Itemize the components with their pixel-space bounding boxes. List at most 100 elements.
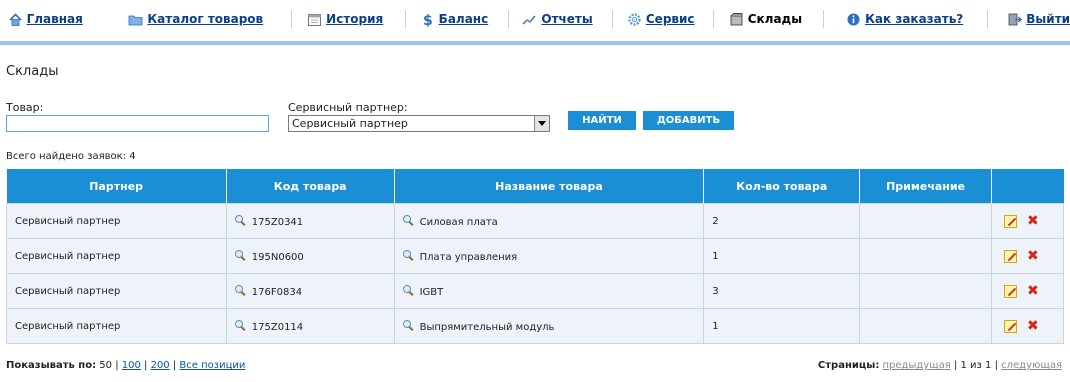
page-size-selector: Показывать по: 50 | 100 | 200 | Все пози… <box>6 360 246 371</box>
table-header-row: Партнер Код товара Название товара Кол-в… <box>6 169 1064 204</box>
search-icon[interactable] <box>402 214 414 226</box>
cell-code-text: 176F0834 <box>251 286 303 298</box>
nav-warehouses[interactable]: Склады <box>729 9 802 29</box>
page-size-all[interactable]: Все позиции <box>179 360 245 371</box>
cell-partner: Сервисный партнер <box>6 308 227 344</box>
cell-code-text: 175Z0114 <box>251 321 304 333</box>
results-count: Всего найдено заявок: 4 <box>6 151 136 162</box>
warehouse-table: Партнер Код товара Название товара Кол-в… <box>6 169 1064 344</box>
column-header-name[interactable]: Название товара <box>394 169 705 204</box>
pages-label: Страницы: <box>817 360 880 371</box>
add-button[interactable]: ДОБАВИТЬ <box>643 111 734 130</box>
nav-separator <box>291 10 292 28</box>
cell-code: 175Z0114 <box>225 308 395 344</box>
table-row: Сервисный партнер 176F0834 IGBT 3 ✖ <box>6 273 1064 309</box>
nav-separator <box>712 10 714 28</box>
cell-note <box>859 238 993 274</box>
search-icon[interactable] <box>234 249 246 261</box>
cell-name: Силовая плата <box>393 203 705 239</box>
table-row: Сервисный партнер 195N0600 Плата управле… <box>6 238 1064 274</box>
edit-icon[interactable] <box>1004 319 1018 333</box>
cell-qty: 1 <box>703 308 861 344</box>
nav-catalog[interactable]: Каталог товаров <box>128 9 263 29</box>
find-button[interactable]: НАЙТИ <box>568 111 636 130</box>
cell-code: 175Z0341 <box>225 203 395 239</box>
folder-icon <box>128 12 143 27</box>
next-page-link[interactable]: следующая <box>1001 360 1062 371</box>
nav-label: Как заказать? <box>865 12 964 26</box>
column-header-note[interactable]: Примечание <box>859 169 993 204</box>
product-label: Товар: <box>6 101 44 114</box>
page-size-label: Показывать по: <box>6 360 97 371</box>
cell-actions: ✖ <box>991 203 1064 239</box>
search-icon[interactable] <box>402 319 414 331</box>
search-icon[interactable] <box>234 319 246 331</box>
nav-history[interactable]: История <box>307 9 383 29</box>
search-icon[interactable] <box>234 214 246 226</box>
delete-icon[interactable]: ✖ <box>1027 214 1039 228</box>
edit-icon[interactable] <box>1004 249 1018 263</box>
delete-icon[interactable]: ✖ <box>1027 284 1039 298</box>
partner-select-value: Сервисный партнер <box>292 117 408 130</box>
cell-code: 176F0834 <box>225 273 395 309</box>
nav-separator <box>986 10 988 28</box>
cell-code-text: 195N0600 <box>251 251 304 263</box>
nav-logout[interactable]: Выйти <box>1007 9 1070 29</box>
column-header-actions <box>991 169 1064 204</box>
page-size-current: 50 <box>99 360 113 371</box>
nav-divider <box>0 41 1070 45</box>
partner-select[interactable]: Сервисный партнер <box>288 115 550 132</box>
nav-label: Сервис <box>645 12 695 26</box>
cell-actions: ✖ <box>991 273 1064 309</box>
dollar-icon: $ <box>420 12 435 29</box>
product-input[interactable] <box>6 115 269 132</box>
page-position: 1 из 1 <box>960 360 992 371</box>
cell-partner: Сервисный партнер <box>6 238 227 274</box>
cell-name-text: Плата управления <box>419 251 518 263</box>
cell-name: IGBT <box>393 273 705 309</box>
table-row: Сервисный партнер 175Z0114 Выпрямительны… <box>6 308 1064 344</box>
nav-how-to-order[interactable]: Как заказать? <box>846 9 963 29</box>
cell-name-text: IGBT <box>419 286 444 298</box>
nav-label: Отчеты <box>541 12 593 26</box>
search-icon[interactable] <box>402 284 414 296</box>
column-header-qty[interactable]: Кол-во товара <box>703 169 861 204</box>
svg-text:$: $ <box>423 13 433 27</box>
nav-label: Выйти <box>1026 12 1070 26</box>
cell-name-text: Силовая плата <box>419 216 498 228</box>
page-size-100[interactable]: 100 <box>122 360 141 371</box>
edit-icon[interactable] <box>1004 214 1018 228</box>
delete-icon[interactable]: ✖ <box>1027 249 1039 263</box>
gear-icon <box>627 12 642 27</box>
partner-label: Сервисный партнер: <box>288 101 408 114</box>
nav-separator <box>507 10 509 28</box>
nav-service[interactable]: Сервис <box>627 9 695 29</box>
nav-balance[interactable]: $ Баланс <box>420 9 489 29</box>
page-title: Склады <box>6 64 59 79</box>
edit-icon[interactable] <box>1004 284 1018 298</box>
page-size-200[interactable]: 200 <box>151 360 170 371</box>
pagination: Страницы: предыдущая | 1 из 1 | следующа… <box>817 360 1062 371</box>
cell-code: 195N0600 <box>225 238 395 274</box>
cell-qty: 2 <box>703 203 861 239</box>
nav-home[interactable]: Главная <box>8 9 83 29</box>
cell-qty: 1 <box>703 238 861 274</box>
column-header-partner[interactable]: Партнер <box>6 169 227 204</box>
cell-code-text: 175Z0341 <box>251 216 304 228</box>
nav-separator <box>823 10 825 28</box>
column-header-code[interactable]: Код товара <box>226 169 395 204</box>
cell-name: Выпрямительный модуль <box>393 308 705 344</box>
cell-qty: 3 <box>703 273 861 309</box>
prev-page-link[interactable]: предыдущая <box>883 360 951 371</box>
delete-icon[interactable]: ✖ <box>1027 319 1039 333</box>
chevron-down-icon[interactable] <box>534 116 549 131</box>
cell-partner: Сервисный партнер <box>6 203 227 239</box>
cell-name-text: Выпрямительный модуль <box>419 321 555 333</box>
search-icon[interactable] <box>402 249 414 261</box>
nav-reports[interactable]: Отчеты <box>522 9 593 29</box>
nav-separator <box>405 10 407 28</box>
chart-icon <box>522 12 537 27</box>
cell-note <box>859 203 993 239</box>
search-icon[interactable] <box>234 284 246 296</box>
nav-separator <box>612 10 614 28</box>
